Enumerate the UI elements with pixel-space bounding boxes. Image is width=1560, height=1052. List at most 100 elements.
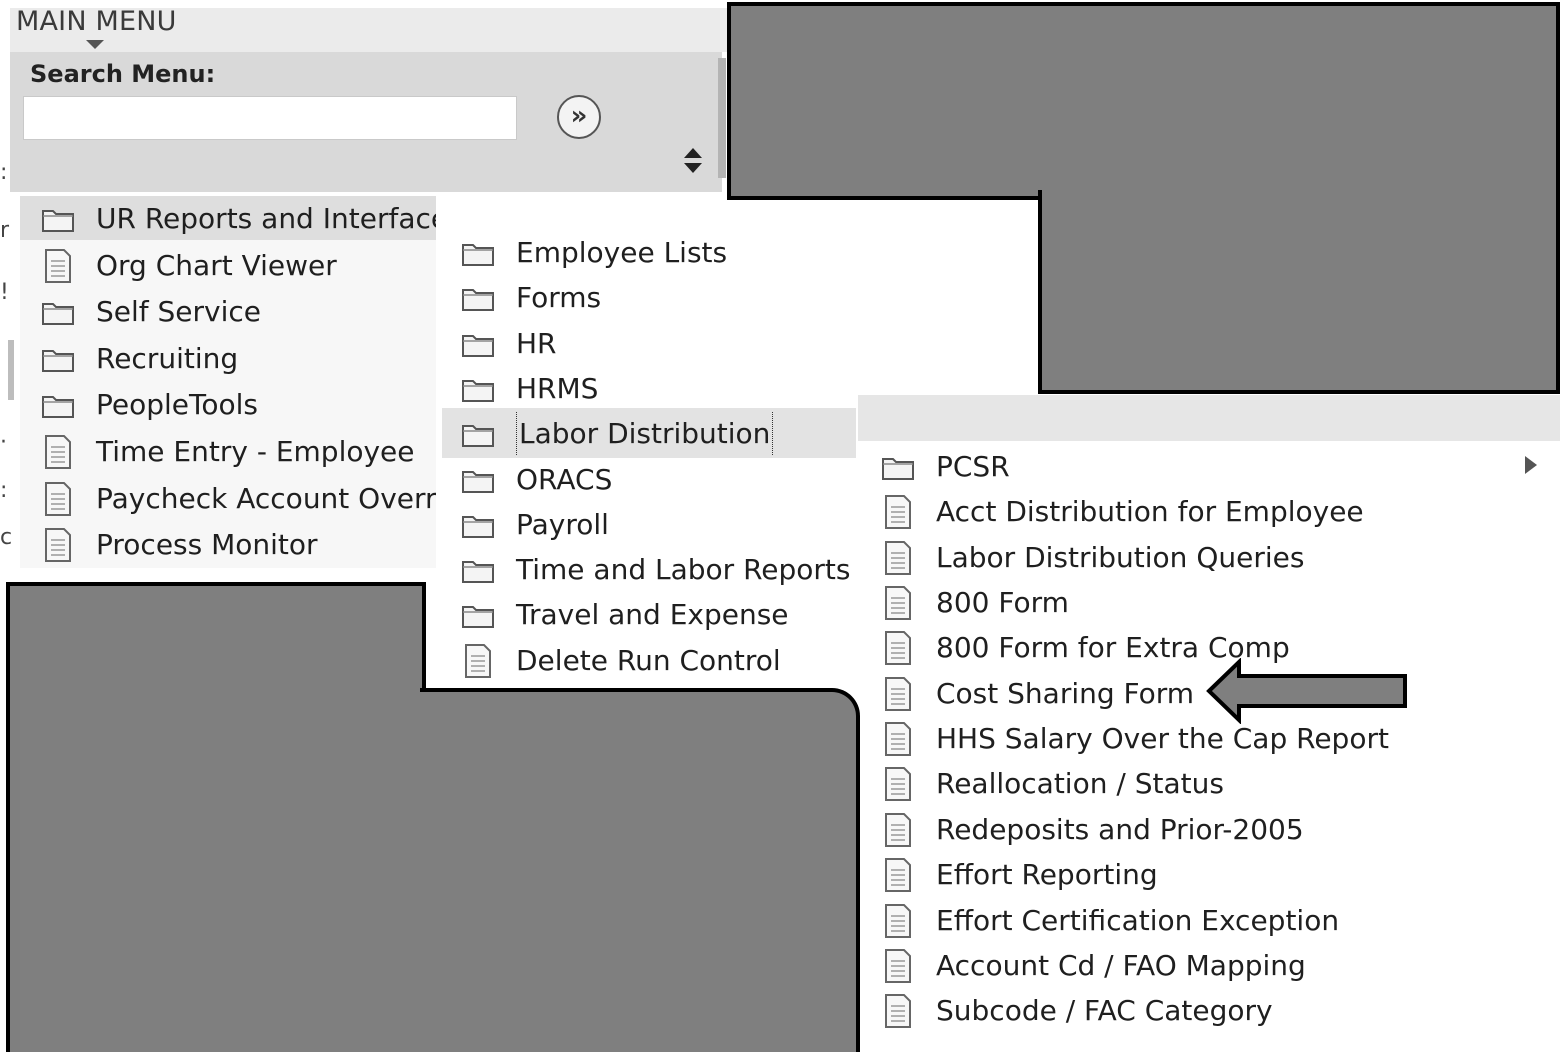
menu-item-label: Delete Run Control xyxy=(516,643,781,677)
redaction-block xyxy=(1038,190,1560,394)
menu3-item-800-form-for-extra-comp[interactable]: 800 Form for Extra Comp xyxy=(880,626,1520,670)
menu-item-label: PCSR xyxy=(936,450,1010,483)
edge-fragment: ! xyxy=(0,280,9,305)
edge-fragment: c xyxy=(0,525,13,550)
folder-icon xyxy=(40,201,76,237)
menu1-item-recruiting[interactable]: Recruiting xyxy=(40,337,436,381)
menu-item-label: Travel and Expense xyxy=(516,598,789,632)
menu1-item-time-entry-employee[interactable]: Time Entry - Employee xyxy=(40,430,436,474)
menu-item-label: Subcode / FAC Category xyxy=(936,994,1273,1028)
menu-item-label: Payroll xyxy=(516,507,609,541)
document-icon xyxy=(880,721,916,757)
menu2-item-travel-and-expense[interactable]: Travel and Expense xyxy=(460,593,856,637)
menu-item-label: 800 Form xyxy=(936,586,1069,620)
menu-level3-header xyxy=(858,395,1560,441)
menu1-item-paycheck-account-overrid[interactable]: Paycheck Account Overrid xyxy=(40,477,436,521)
menu-item-label: Time Entry - Employee xyxy=(96,435,415,468)
menu2-item-forms[interactable]: Forms xyxy=(460,276,856,320)
document-icon xyxy=(880,630,916,666)
menu-item-label: Effort Reporting xyxy=(936,858,1158,892)
menu3-item-subcode-fac-category[interactable]: Subcode / FAC Category xyxy=(880,989,1520,1033)
folder-icon xyxy=(460,280,496,316)
menu3-item-pcsr[interactable]: PCSR xyxy=(880,445,1520,489)
document-icon xyxy=(40,481,76,517)
menu3-item-account-cd-fao-mapping[interactable]: Account Cd / FAO Mapping xyxy=(880,944,1520,988)
chevron-down-icon[interactable] xyxy=(86,40,104,49)
menu2-item-employee-lists[interactable]: Employee Lists xyxy=(460,231,856,275)
document-icon xyxy=(880,766,916,802)
folder-icon xyxy=(460,235,496,271)
search-input[interactable] xyxy=(23,96,517,140)
menu1-item-self-service[interactable]: Self Service xyxy=(40,290,436,334)
menu-item-label: Labor Distribution Queries xyxy=(936,540,1305,574)
document-icon xyxy=(880,585,916,621)
menu2-item-hr[interactable]: HR xyxy=(460,322,856,366)
double-chevron-right-icon: » xyxy=(570,101,588,131)
menu-item-label: Redeposits and Prior-2005 xyxy=(936,812,1304,846)
folder-icon xyxy=(40,294,76,330)
menu3-item-acct-distribution-for-employee[interactable]: Acct Distribution for Employee xyxy=(880,490,1520,534)
menu-item-label: Time and Labor Reports xyxy=(516,553,851,587)
menu-item-label: Account Cd / FAO Mapping xyxy=(936,948,1306,982)
menu-item-label: Paycheck Account Overrid xyxy=(96,481,436,515)
menu-item-label: Self Service xyxy=(96,295,262,329)
document-icon xyxy=(880,494,916,530)
menu2-item-time-and-labor-reports[interactable]: Time and Labor Reports xyxy=(460,548,856,592)
main-menu-title[interactable]: MAIN MENU xyxy=(16,6,177,37)
menu2-item-delete-run-control[interactable]: Delete Run Control xyxy=(460,639,856,683)
edge-fragment: · xyxy=(0,430,7,455)
document-icon xyxy=(880,812,916,848)
menu1-item-ur-reports-and-interfaces[interactable]: UR Reports and Interfaces xyxy=(40,197,436,241)
menu3-item-hhs-salary-over-the-cap-report[interactable]: HHS Salary Over the Cap Report xyxy=(880,717,1520,761)
document-icon xyxy=(880,676,916,712)
document-icon xyxy=(880,540,916,576)
menu1-item-org-chart-viewer[interactable]: Org Chart Viewer xyxy=(40,244,436,288)
search-label: Search Menu: xyxy=(30,60,216,88)
menu-item-label: Recruiting xyxy=(96,341,239,375)
pointer-arrow-icon xyxy=(1206,658,1407,724)
edge-fragment xyxy=(8,340,14,400)
folder-icon xyxy=(460,371,496,407)
menu-item-label: Labor Distribution xyxy=(516,412,774,457)
menu2-item-labor-distribution[interactable]: Labor Distribution xyxy=(460,412,856,457)
search-go-button[interactable]: » xyxy=(557,95,601,139)
folder-icon xyxy=(880,449,916,485)
menu3-item-effort-certification-exception[interactable]: Effort Certification Exception xyxy=(880,899,1520,943)
menu2-item-oracs[interactable]: ORACS xyxy=(460,458,856,502)
folder-icon xyxy=(460,326,496,362)
folder-icon xyxy=(460,416,496,452)
document-icon xyxy=(40,248,76,284)
document-icon xyxy=(880,948,916,984)
document-icon xyxy=(880,857,916,893)
menu1-item-peopletools[interactable]: PeopleTools xyxy=(40,383,436,427)
menu3-item-redeposits-and-prior-2005[interactable]: Redeposits and Prior-2005 xyxy=(880,808,1520,852)
menu3-item-labor-distribution-queries[interactable]: Labor Distribution Queries xyxy=(880,536,1520,580)
document-icon xyxy=(460,643,496,679)
edge-fragment: : xyxy=(0,478,8,503)
menu3-item-cost-sharing-form[interactable]: Cost Sharing Form xyxy=(880,672,1520,716)
sort-toggle-icon[interactable] xyxy=(682,146,704,176)
redaction-block xyxy=(6,582,426,1052)
redaction-edge xyxy=(727,196,1042,200)
folder-icon xyxy=(40,341,76,377)
edge-fragment: r xyxy=(0,218,10,243)
scrollbar[interactable] xyxy=(718,58,726,178)
menu-item-label: Process Monitor xyxy=(96,528,318,562)
document-icon xyxy=(40,434,76,470)
menu2-item-payroll[interactable]: Payroll xyxy=(460,503,856,547)
submenu-arrow-icon[interactable] xyxy=(1525,456,1537,474)
menu-item-label: HR xyxy=(516,326,557,360)
menu3-item-effort-reporting[interactable]: Effort Reporting xyxy=(880,853,1520,897)
menu-item-label: Cost Sharing Form xyxy=(936,676,1195,710)
menu2-item-hrms[interactable]: HRMS xyxy=(460,367,856,411)
menu1-item-process-monitor[interactable]: Process Monitor xyxy=(40,523,436,567)
redaction-block xyxy=(420,688,860,826)
document-icon xyxy=(880,993,916,1029)
menu-item-label: Employee Lists xyxy=(516,236,728,269)
menu-item-label: PeopleTools xyxy=(96,388,258,422)
menu-item-label: HRMS xyxy=(516,371,599,405)
menu3-item-800-form[interactable]: 800 Form xyxy=(880,581,1520,625)
folder-icon xyxy=(460,597,496,633)
menu3-item-reallocation-status[interactable]: Reallocation / Status xyxy=(880,762,1520,806)
menu-item-label: Acct Distribution for Employee xyxy=(936,495,1364,529)
